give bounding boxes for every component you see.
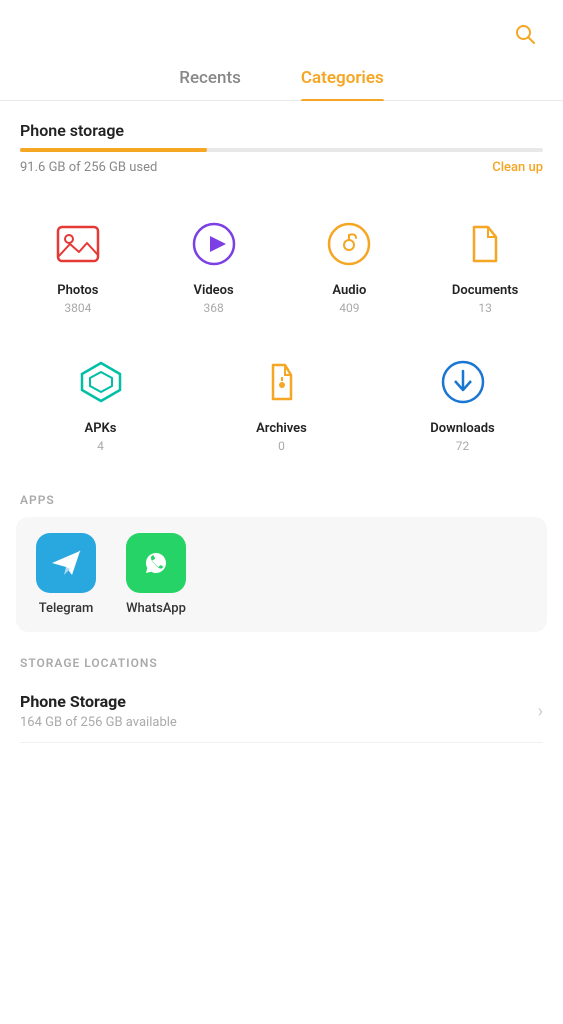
photos-label: Photos <box>57 283 98 298</box>
chevron-right-icon: › <box>538 701 543 722</box>
archives-icon <box>253 353 311 411</box>
storage-bar-fill <box>20 148 207 152</box>
archives-count: 0 <box>278 439 285 453</box>
category-audio[interactable]: Audio 409 <box>282 201 418 329</box>
storage-title: Phone storage <box>20 121 543 140</box>
storage-locations-section: STORAGE LOCATIONS Phone Storage 164 GB o… <box>0 632 563 743</box>
documents-label: Documents <box>452 283 518 298</box>
archives-label: Archives <box>256 421 307 436</box>
app-telegram[interactable]: Telegram <box>36 533 96 616</box>
phone-storage-subtitle: 164 GB of 256 GB available <box>20 715 177 730</box>
categories-grid-row1: Photos 3804 Videos 368 Audio 409 <box>0 181 563 339</box>
phone-storage-title: Phone Storage <box>20 692 177 711</box>
telegram-icon <box>36 533 96 593</box>
categories-grid-row2: APKs 4 Archives 0 Downloads 72 <box>0 339 563 477</box>
tab-categories[interactable]: Categories <box>301 68 384 100</box>
apks-count: 4 <box>97 439 104 453</box>
audio-icon <box>320 215 378 273</box>
category-downloads[interactable]: Downloads 72 <box>372 339 553 467</box>
apks-icon <box>72 353 130 411</box>
apps-section-label: APPS <box>0 477 563 517</box>
phone-storage-item[interactable]: Phone Storage 164 GB of 256 GB available… <box>20 680 543 743</box>
category-archives[interactable]: Archives 0 <box>191 339 372 467</box>
photos-icon <box>49 215 107 273</box>
audio-count: 409 <box>339 301 359 315</box>
downloads-count: 72 <box>456 439 470 453</box>
downloads-icon <box>434 353 492 411</box>
phone-storage-info: Phone Storage 164 GB of 256 GB available <box>20 692 177 730</box>
storage-section: Phone storage 91.6 GB of 256 GB used Cle… <box>0 101 563 181</box>
category-apks[interactable]: APKs 4 <box>10 339 191 467</box>
apks-label: APKs <box>85 421 117 436</box>
category-documents[interactable]: Documents 13 <box>417 201 553 329</box>
telegram-label: Telegram <box>39 601 94 616</box>
apps-container: Telegram WhatsApp <box>16 517 547 632</box>
whatsapp-icon <box>126 533 186 593</box>
tab-recents[interactable]: Recents <box>179 68 241 100</box>
search-button[interactable] <box>507 16 543 52</box>
header <box>0 0 563 60</box>
videos-label: Videos <box>194 283 234 298</box>
photos-count: 3804 <box>64 301 91 315</box>
storage-locations-label: STORAGE LOCATIONS <box>20 656 543 680</box>
documents-count: 13 <box>478 301 492 315</box>
videos-count: 368 <box>204 301 224 315</box>
downloads-label: Downloads <box>430 421 494 436</box>
storage-used-text: 91.6 GB of 256 GB used <box>20 160 157 175</box>
videos-icon <box>185 215 243 273</box>
cleanup-button[interactable]: Clean up <box>492 160 543 175</box>
app-whatsapp[interactable]: WhatsApp <box>126 533 186 616</box>
category-videos[interactable]: Videos 368 <box>146 201 282 329</box>
audio-label: Audio <box>332 283 366 298</box>
category-photos[interactable]: Photos 3804 <box>10 201 146 329</box>
documents-icon <box>456 215 514 273</box>
tab-bar: Recents Categories <box>0 60 563 101</box>
storage-bar <box>20 148 543 152</box>
whatsapp-label: WhatsApp <box>126 601 186 616</box>
storage-info-row: 91.6 GB of 256 GB used Clean up <box>20 160 543 175</box>
